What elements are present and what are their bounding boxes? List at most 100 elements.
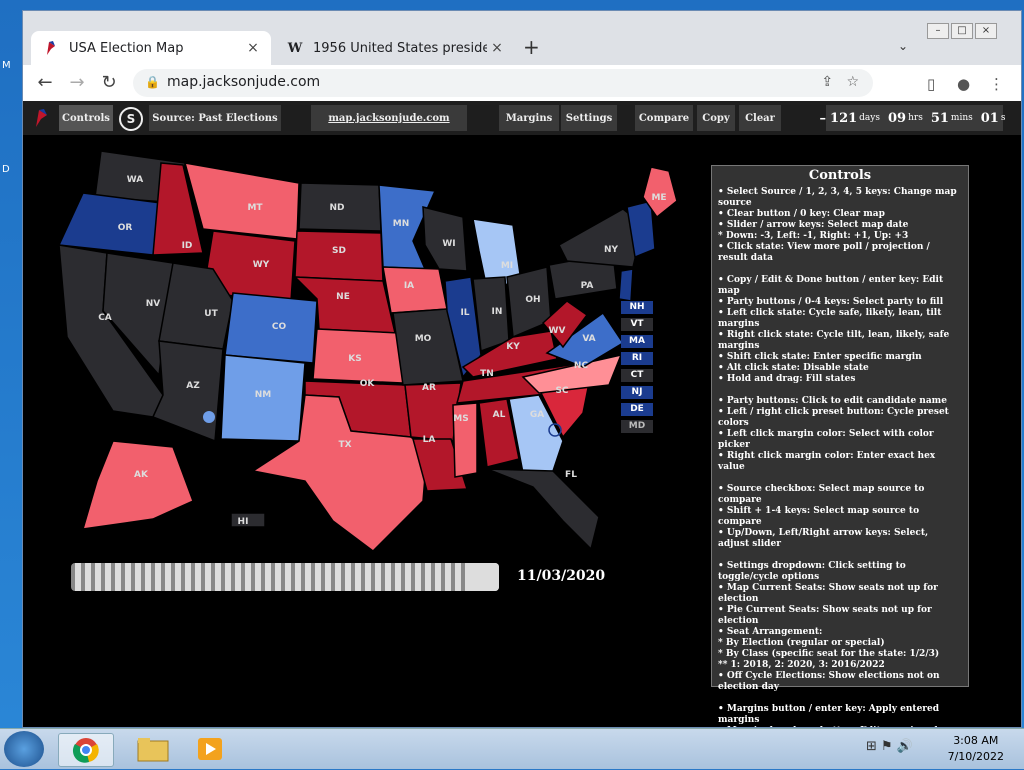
state-nj[interactable] (618, 268, 634, 302)
slider-date-label: 11/03/2020 (517, 568, 606, 584)
controls-line: • Pie Current Seats: Show seats not up f… (718, 605, 932, 626)
map-label: PA (581, 281, 594, 291)
map-label: TN (480, 369, 494, 379)
controls-line: • Select Source / 1, 2, 3, 4, 5 keys: Ch… (718, 187, 957, 208)
map-label: KS (348, 354, 361, 364)
close-tab-icon[interactable]: × (243, 40, 263, 56)
map-label: KY (506, 342, 520, 352)
controls-line: • Map Current Seats: Show seats not up f… (718, 583, 938, 604)
map-label: OK (360, 379, 376, 389)
state-ak[interactable] (81, 440, 194, 530)
media-player-taskbar-icon[interactable] (184, 733, 238, 765)
controls-spacer (718, 550, 962, 561)
compare-button[interactable]: Compare (635, 105, 693, 131)
tab-usa-election-map[interactable]: USA Election Map × (31, 31, 271, 65)
margins-button[interactable]: Margins (499, 105, 559, 131)
clear-button[interactable]: Clear (739, 105, 781, 131)
settings-button[interactable]: Settings (561, 105, 617, 131)
lock-icon: 🔒 (145, 75, 160, 89)
map-label: SD (332, 246, 346, 256)
more-menu-icon[interactable]: ⋮ (989, 75, 1004, 93)
map-label: ME (651, 193, 666, 203)
map-label: NE (336, 292, 350, 302)
s-button[interactable]: S (119, 107, 143, 131)
controls-title: Controls (808, 168, 872, 183)
minimize-icon[interactable]: – (927, 23, 949, 39)
map-label: OR (118, 223, 133, 233)
controls-line: • Right click margin color: Enter exact … (718, 451, 936, 472)
copy-button[interactable]: Copy (697, 105, 735, 131)
system-tray-icons[interactable]: ⊞ ⚑ 🔊 (866, 739, 913, 754)
controls-line: • Off Cycle Elections: Show elections no… (718, 671, 940, 692)
browser-window: USA Election Map × W 1956 United States … (22, 10, 1022, 728)
state-az[interactable] (151, 340, 224, 443)
controls-spacer (718, 385, 962, 396)
controls-line: • Click state: View more poll / projecti… (718, 242, 930, 263)
small-state-ri[interactable]: RI (621, 352, 653, 365)
address-bar[interactable]: 🔒 map.jacksonjude.com ⇪ ☆ (133, 69, 873, 97)
file-explorer-taskbar-icon[interactable] (126, 733, 180, 765)
controls-line: • Copy / Edit & Done button / enter key:… (718, 275, 944, 296)
controls-line: • Party buttons: Click to edit candidate… (718, 396, 947, 406)
tab-wikipedia[interactable]: W 1956 United States presidential e × (275, 31, 515, 65)
map-label: WY (253, 260, 270, 270)
map-label: IN (492, 307, 503, 317)
close-tab-icon[interactable]: × (487, 40, 507, 56)
controls-line: • Seat Arrangement: (718, 627, 823, 637)
state-or[interactable] (57, 192, 162, 256)
election-map-favicon-icon (43, 40, 59, 56)
map-label: WI (442, 239, 455, 249)
small-state-ct[interactable]: CT (621, 369, 653, 382)
small-state-vt[interactable]: VT (621, 318, 653, 331)
controls-line: • Party buttons / 0-4 keys: Select party… (718, 297, 944, 307)
controls-line: • Alt click state: Disable state (718, 363, 869, 373)
forward-arrow-icon[interactable]: → (65, 71, 89, 95)
map-label: WV (549, 326, 566, 336)
chrome-taskbar-icon[interactable] (58, 733, 114, 767)
small-state-de[interactable]: DE (621, 403, 653, 416)
controls-line: • Shift click state: Enter specific marg… (718, 352, 922, 362)
profile-icon[interactable]: ● (957, 75, 970, 93)
state-mt[interactable] (183, 162, 300, 240)
share-icon[interactable]: ⇪ ☆ (821, 74, 859, 90)
map-label: ND (329, 203, 344, 213)
controls-line: • Slider / arrow keys: Select map date (718, 220, 909, 230)
countdown-prefix: – (819, 110, 827, 126)
new-tab-button[interactable]: + (523, 35, 540, 59)
small-state-nj[interactable]: NJ (621, 386, 653, 399)
small-state-md[interactable]: MD (621, 420, 653, 433)
site-link[interactable]: map.jacksonjude.com (311, 105, 467, 131)
controls-line: • Clear button / 0 key: Clear map (718, 209, 885, 219)
election-map-page: Controls S Source: Past Elections map.ja… (23, 101, 1021, 727)
district-marker-icon[interactable] (203, 411, 215, 423)
back-arrow-icon[interactable]: ← (33, 71, 57, 95)
state-fl[interactable] (486, 468, 600, 551)
tab-search-chevron-icon[interactable]: ⌄ (898, 39, 908, 53)
controls-line: • Settings dropdown: Click setting to to… (718, 561, 906, 582)
map-label: MN (393, 219, 410, 229)
map-label: FL (565, 470, 577, 480)
close-window-icon[interactable]: × (975, 23, 997, 39)
controls-line: • Hold and drag: Fill states (718, 374, 856, 384)
map-label: NY (604, 245, 619, 255)
us-election-map[interactable]: WA OR ID MT ND MN WI MI NY ME CA NV UT W… (43, 141, 683, 561)
window-controls: – □ × (927, 23, 997, 39)
state-ia[interactable] (382, 266, 448, 314)
date-slider[interactable] (71, 563, 499, 591)
sidebar-icon[interactable]: ▯ (927, 75, 935, 93)
system-clock[interactable]: 3:08 AM 7/10/2022 (948, 733, 1004, 765)
small-state-nh[interactable]: NH (621, 301, 653, 314)
state-sd[interactable] (294, 230, 384, 282)
slider-thumb[interactable] (471, 563, 499, 591)
controls-line: * Down: -3, Left: -1, Right: +1, Up: +3 (718, 231, 909, 241)
maximize-icon[interactable]: □ (951, 23, 973, 39)
controls-button[interactable]: Controls (59, 105, 113, 131)
small-state-ma[interactable]: MA (621, 335, 653, 348)
tab-title: 1956 United States presidential e (313, 40, 487, 56)
controls-line: • Left / right click preset button: Cycl… (718, 407, 949, 428)
source-button[interactable]: Source: Past Elections (149, 105, 281, 131)
map-label: IA (404, 281, 414, 291)
start-button-icon[interactable] (4, 731, 44, 767)
reload-icon[interactable]: ↻ (97, 71, 121, 95)
countdown-mins: 51 (930, 110, 949, 126)
